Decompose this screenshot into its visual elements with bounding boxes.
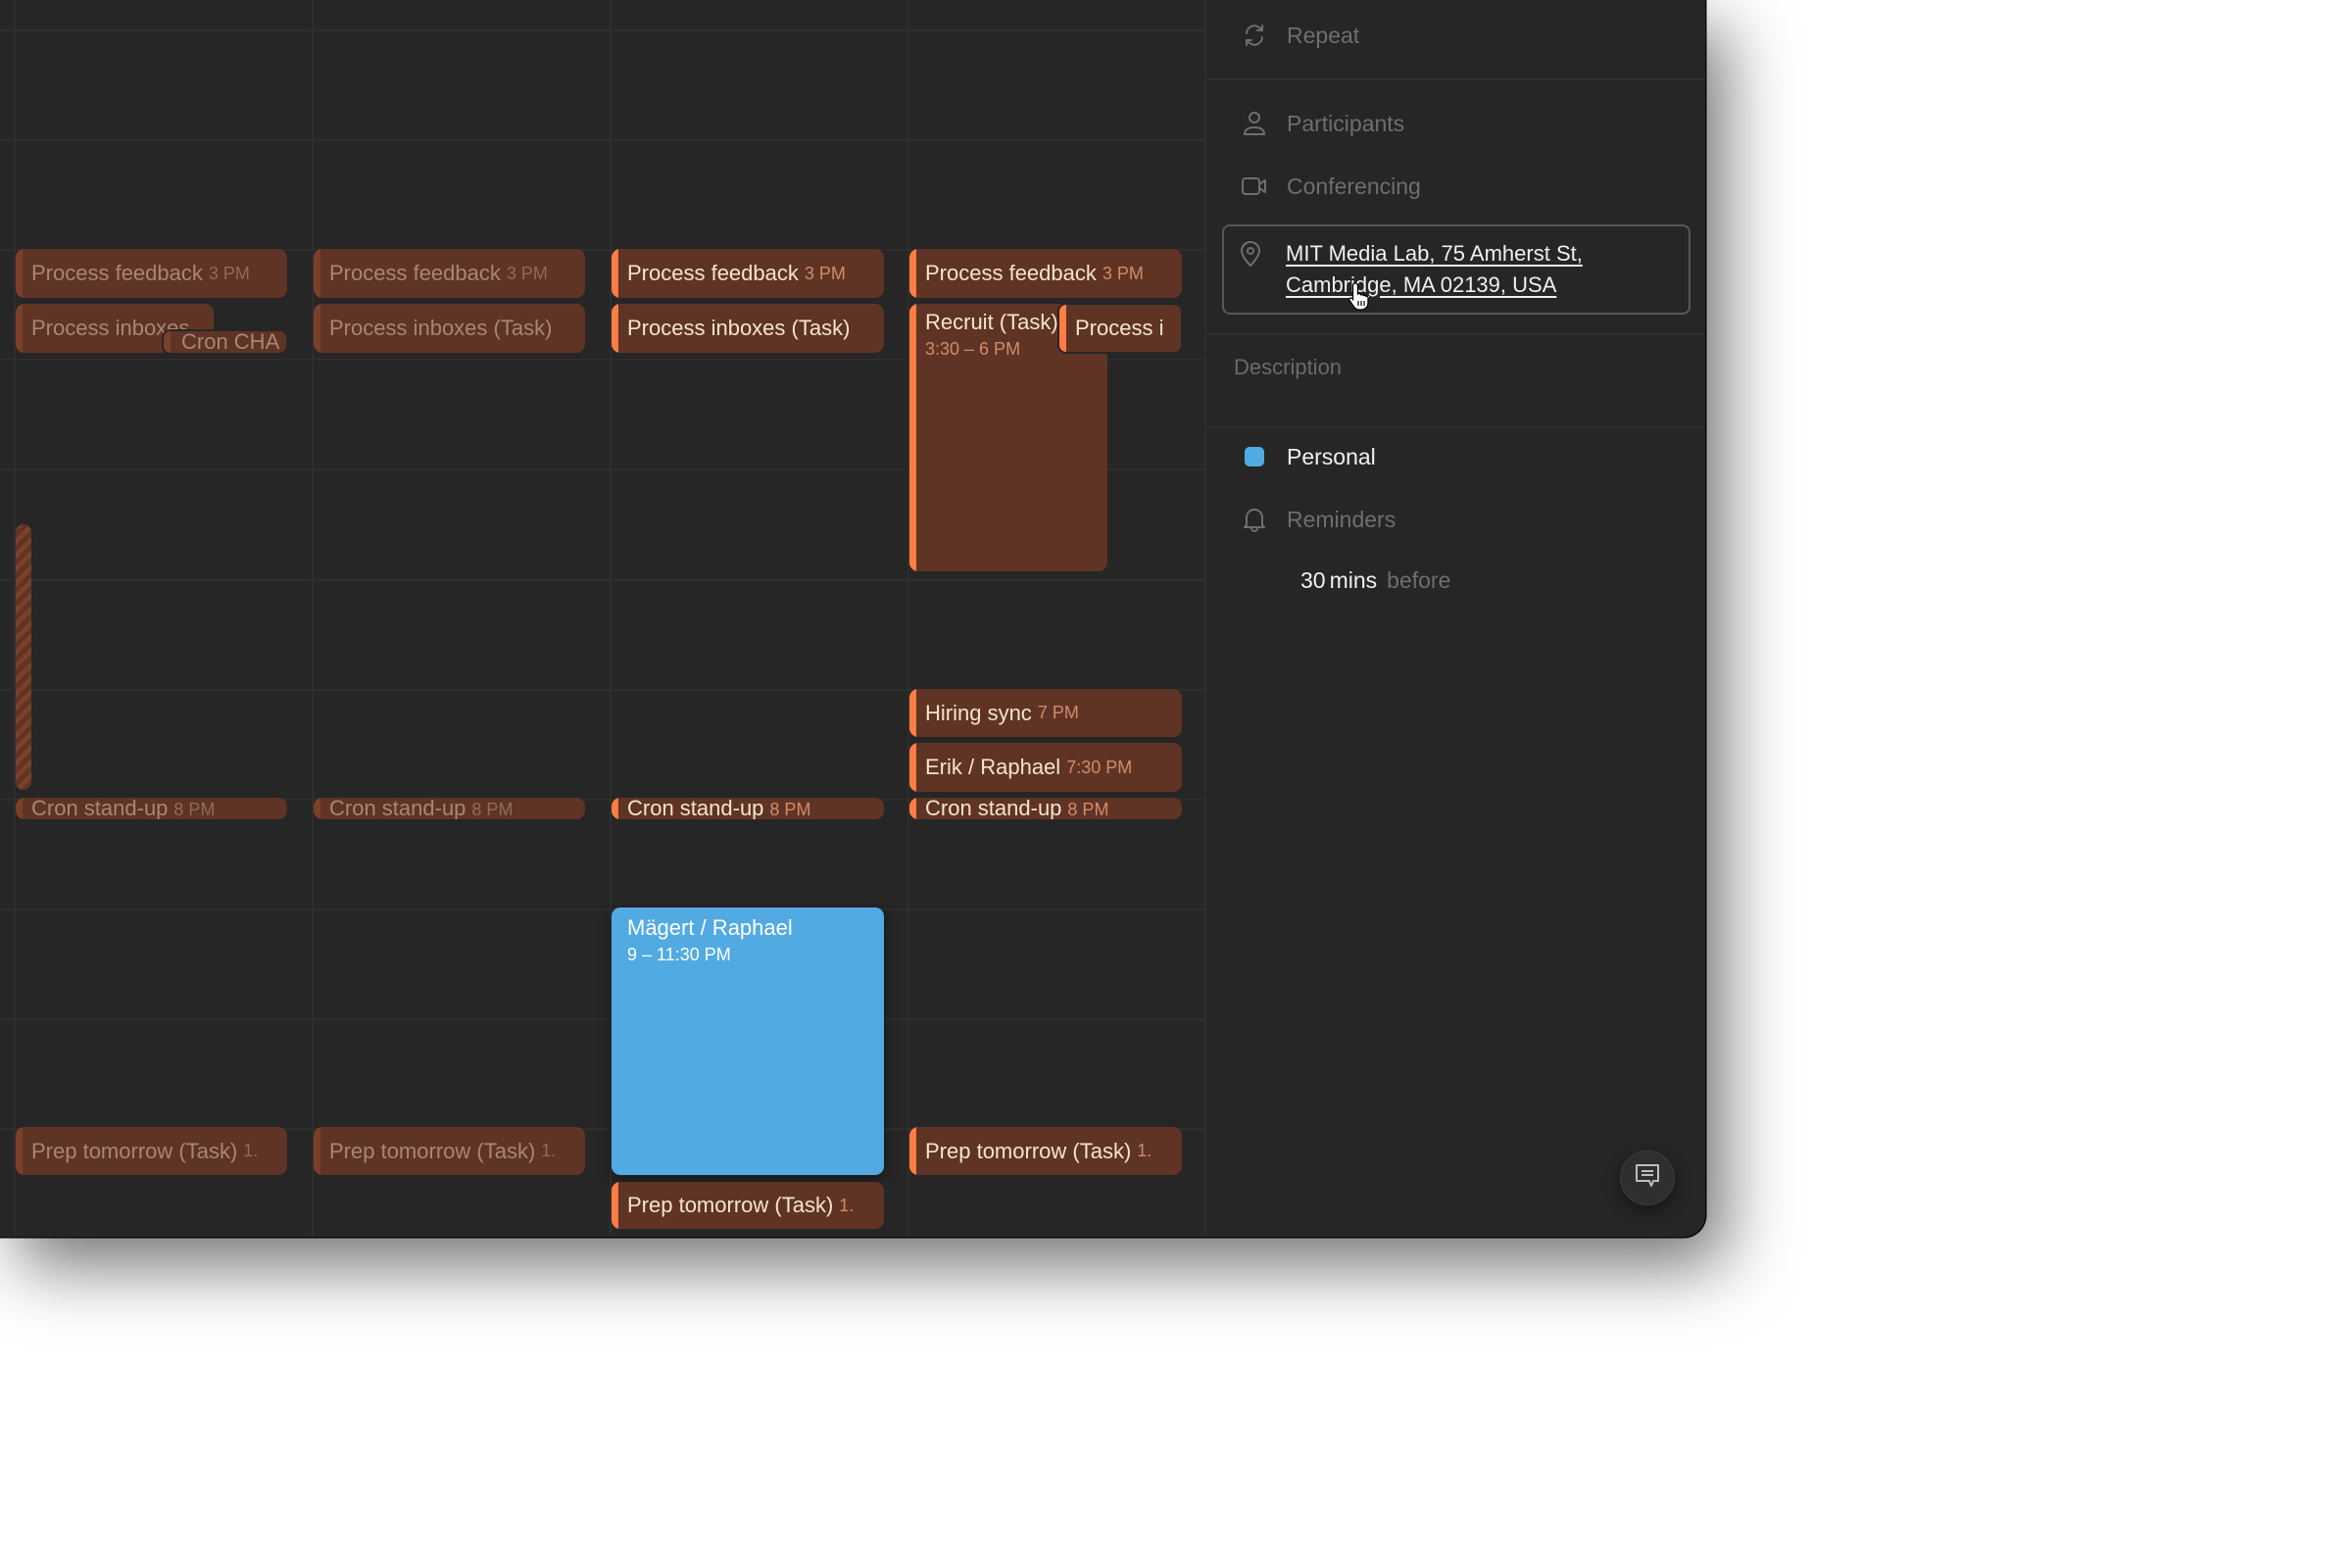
hour-line xyxy=(0,1018,1204,1020)
event-process-feedback[interactable]: Process feedback 3 PM xyxy=(909,249,1182,298)
event-title: Cron stand-up xyxy=(329,798,466,819)
event-process-inboxes[interactable]: Process inboxes (Task) xyxy=(612,304,884,353)
day-column-divider xyxy=(312,0,314,1237)
event-time: 8 PM xyxy=(769,800,811,819)
event-title: Hiring sync xyxy=(925,700,1032,725)
event-process-feedback[interactable]: Process feedback 3 PM xyxy=(314,249,585,298)
event-erik-raphael[interactable]: Erik / Raphael 7:30 PM xyxy=(909,743,1182,792)
event-title: Prep tomorrow (Task) xyxy=(31,1138,238,1163)
participants-field[interactable]: Participants xyxy=(1206,109,1404,138)
repeat-icon xyxy=(1240,21,1269,50)
event-title: Process feedback xyxy=(627,261,799,285)
event-time: 7 PM xyxy=(1037,703,1079,722)
week-grid xyxy=(0,0,1204,1237)
event-prep-tomorrow[interactable]: Prep tomorrow (Task) 1. xyxy=(909,1127,1182,1175)
event-magert-raphael-selected[interactable]: Mägert / Raphael 9 – 11:30 PM xyxy=(612,907,884,1175)
event-cron-standup[interactable]: Cron stand-up 8 PM xyxy=(314,798,585,819)
event-time: 8 PM xyxy=(471,800,514,819)
event-process-feedback[interactable]: Process feedback 3 PM xyxy=(612,249,884,298)
event-title: Prep tomorrow (Task) xyxy=(925,1138,1132,1163)
pointer-hand-cursor xyxy=(1348,281,1373,316)
event-title: Prep tomorrow (Task) xyxy=(329,1138,536,1163)
participants-label: Participants xyxy=(1287,110,1405,136)
video-camera-icon xyxy=(1240,172,1269,201)
event-time: 8 PM xyxy=(1067,800,1109,819)
event-process-feedback[interactable]: Process feedback 3 PM xyxy=(16,249,287,298)
event-cron-standup[interactable]: Cron stand-up 8 PM xyxy=(909,798,1182,819)
event-details-panel: Repeat Participants Conferencing MIT Med… xyxy=(1204,0,1705,1237)
event-title: Erik / Raphael xyxy=(925,755,1061,779)
event-time: 3 PM xyxy=(1102,263,1144,283)
event-title: Process i xyxy=(1075,316,1164,340)
event-title: Process feedback xyxy=(329,261,501,285)
day-column-divider xyxy=(907,0,909,1237)
event-time: 7:30 PM xyxy=(1066,757,1133,777)
location-line-2: Cambridge, MA 02139, USA xyxy=(1286,272,1557,297)
calendar-color-swatch xyxy=(1240,442,1269,471)
map-pin-icon xyxy=(1240,240,1261,272)
event-time: 3 PM xyxy=(208,263,250,283)
event-cron-cha[interactable]: Cron CHA xyxy=(162,329,288,355)
description-field[interactable]: Description xyxy=(1234,355,1342,380)
reminder-suffix: before xyxy=(1387,567,1451,593)
hour-line xyxy=(0,579,1204,581)
event-time: 1. xyxy=(839,1195,855,1215)
event-prep-tomorrow[interactable]: Prep tomorrow (Task) 1. xyxy=(314,1127,585,1175)
event-time: 1. xyxy=(541,1141,557,1160)
location-link[interactable]: MIT Media Lab, 75 Amherst St, Cambridge,… xyxy=(1286,238,1678,301)
event-title: Process feedback xyxy=(925,261,1097,285)
divider xyxy=(1206,426,1705,428)
event-title: Process inboxes (Task) xyxy=(329,316,553,340)
conferencing-label: Conferencing xyxy=(1287,172,1421,199)
hour-line xyxy=(0,139,1204,141)
event-title: Mägert / Raphael xyxy=(627,915,793,940)
event-prep-tomorrow[interactable]: Prep tomorrow (Task) 1. xyxy=(16,1127,287,1175)
divider xyxy=(1206,333,1705,335)
divider xyxy=(1206,78,1705,80)
event-time: 9 – 11:30 PM xyxy=(627,945,731,964)
event-cron-standup[interactable]: Cron stand-up 8 PM xyxy=(16,798,287,819)
event-title: Process feedback xyxy=(31,261,203,285)
bell-icon xyxy=(1240,505,1269,534)
task-duration-bar[interactable] xyxy=(16,524,31,790)
event-time: 8 PM xyxy=(173,800,216,819)
event-title: Recruit (Task) xyxy=(925,310,1058,334)
repeat-field[interactable]: Repeat xyxy=(1206,21,1359,50)
event-title: Cron stand-up xyxy=(31,798,169,819)
chat-bubble-icon xyxy=(1634,1162,1661,1195)
event-time: 3 PM xyxy=(506,263,548,283)
reminder-amount: 30 xyxy=(1300,567,1326,593)
reminder-unit: mins xyxy=(1329,567,1378,593)
event-title: Cron stand-up xyxy=(627,798,764,819)
reminders-field[interactable]: Reminders xyxy=(1206,505,1396,534)
location-field[interactable]: MIT Media Lab, 75 Amherst St, Cambridge,… xyxy=(1222,224,1690,315)
location-line-1: MIT Media Lab, 75 Amherst St, xyxy=(1286,241,1583,266)
event-title: Process inboxes (Task) xyxy=(627,316,851,340)
repeat-label: Repeat xyxy=(1287,22,1360,48)
event-title: Cron stand-up xyxy=(925,798,1062,819)
event-prep-tomorrow[interactable]: Prep tomorrow (Task) 1. xyxy=(612,1182,884,1229)
event-title: Cron CHA xyxy=(181,329,280,354)
reminders-label: Reminders xyxy=(1287,506,1396,532)
event-process-inboxes[interactable]: Process inboxes (Task) xyxy=(314,304,585,353)
person-icon xyxy=(1240,109,1269,138)
feedback-chat-button[interactable] xyxy=(1620,1151,1675,1205)
event-time: 1. xyxy=(243,1141,259,1160)
event-time: 1. xyxy=(1137,1141,1152,1160)
calendar-window: Process feedback 3 PM Process inboxes Cro… xyxy=(0,0,1705,1237)
conferencing-field[interactable]: Conferencing xyxy=(1206,172,1421,201)
event-time: 3 PM xyxy=(804,263,846,283)
hour-line xyxy=(0,908,1204,910)
event-cron-standup[interactable]: Cron stand-up 8 PM xyxy=(612,798,884,819)
event-title: Prep tomorrow (Task) xyxy=(627,1193,834,1217)
event-hiring-sync[interactable]: Hiring sync 7 PM xyxy=(909,689,1182,737)
hour-line xyxy=(0,29,1204,31)
calendar-name: Personal xyxy=(1287,443,1376,469)
event-process-inboxes[interactable]: Process i xyxy=(1057,303,1183,354)
calendar-selector[interactable]: Personal xyxy=(1206,442,1376,471)
reminder-item[interactable]: 30 mins before xyxy=(1300,567,1450,594)
